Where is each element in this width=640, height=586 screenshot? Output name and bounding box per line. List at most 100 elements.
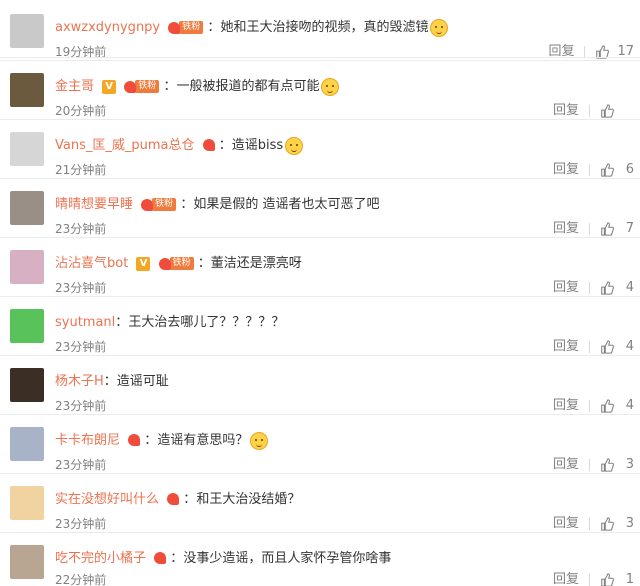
thumbs-up-icon[interactable] xyxy=(600,280,614,295)
comment-actions: 回复 1 xyxy=(553,572,634,586)
fan-badge xyxy=(167,493,180,506)
reply-button[interactable]: 回复 xyxy=(553,162,579,178)
thumbs-up-icon[interactable] xyxy=(600,162,614,177)
divider xyxy=(0,119,640,120)
comment-text: 造谣有意思吗？ xyxy=(157,433,249,448)
divider xyxy=(589,340,590,353)
comment-text: 没事少造谣，而且人家怀孕管你啥事 xyxy=(183,551,392,566)
thumbs-up-icon[interactable] xyxy=(600,398,614,413)
comment-actions: 回复 3 xyxy=(553,457,634,473)
heart-icon xyxy=(124,80,137,93)
comment-actions: 回复 4 xyxy=(553,280,634,296)
heart-icon xyxy=(128,434,141,446)
heart-icon xyxy=(167,493,180,505)
like-count: 1 xyxy=(625,572,634,586)
comment-list: axwzxdynygnpy 铁粉 ：她和王大治接吻的视频，真的毁滤镜 19分钟前… xyxy=(0,0,640,586)
username-link[interactable]: 金主哥 xyxy=(55,79,94,94)
divider xyxy=(589,458,590,471)
divider xyxy=(589,163,590,176)
avatar[interactable] xyxy=(10,545,44,579)
like-count: 3 xyxy=(625,457,634,472)
emoji-icon xyxy=(321,77,340,96)
username-link[interactable]: 杨木子H xyxy=(55,374,104,389)
comment-text: 如果是假的 造谣者也太可恶了吧 xyxy=(193,197,380,212)
divider xyxy=(589,573,590,586)
divider xyxy=(0,532,640,533)
verified-badge: V xyxy=(102,79,117,94)
comment-actions: 回复 xyxy=(553,103,634,119)
avatar[interactable] xyxy=(10,132,44,166)
username-link[interactable]: 沾沾喜气bot xyxy=(55,256,128,271)
reply-button[interactable]: 回复 xyxy=(553,398,579,414)
like-count: 4 xyxy=(625,280,634,295)
thumbs-up-icon[interactable] xyxy=(600,103,614,118)
fan-badge: 铁粉 xyxy=(124,80,160,93)
reply-button[interactable]: 回复 xyxy=(553,339,579,355)
avatar[interactable] xyxy=(10,250,44,284)
username-link[interactable]: 实在没想好叫什么 xyxy=(55,492,159,507)
thumbs-up-icon[interactable] xyxy=(600,572,614,586)
username-link[interactable]: 吃不完的小橘子 xyxy=(55,551,146,566)
reply-button[interactable]: 回复 xyxy=(553,280,579,296)
comment-actions: 回复 7 xyxy=(553,221,634,237)
username-link[interactable]: syutmanl xyxy=(55,315,115,330)
timestamp: 20分钟前 xyxy=(55,104,107,118)
comment-text: 董洁还是漂亮呀 xyxy=(210,256,302,271)
avatar[interactable] xyxy=(10,368,44,402)
divider xyxy=(589,104,590,117)
divider xyxy=(589,222,590,235)
comment-text: 造谣biss xyxy=(231,138,284,153)
like-count: 3 xyxy=(625,516,634,531)
timestamp: 23分钟前 xyxy=(55,340,107,354)
username-link[interactable]: 晴晴想要早睡 xyxy=(55,197,133,212)
reply-button[interactable]: 回复 xyxy=(553,103,579,119)
comment-line: 杨木子H：造谣可耻 xyxy=(55,374,169,389)
like-count: 4 xyxy=(625,398,634,413)
username-link[interactable]: Vans_匡_威_puma总仓 xyxy=(55,138,194,153)
like-count: 7 xyxy=(625,221,634,236)
fan-badge: 铁粉 xyxy=(158,257,194,270)
timestamp: 23分钟前 xyxy=(55,281,107,295)
divider xyxy=(589,281,590,294)
avatar[interactable] xyxy=(10,309,44,343)
avatar[interactable] xyxy=(10,73,44,107)
avatar[interactable] xyxy=(10,191,44,225)
comment-line: 晴晴想要早睡 铁粉 ：如果是假的 造谣者也太可恶了吧 xyxy=(55,197,380,212)
divider xyxy=(0,178,640,179)
comment-line: 卡卡布朗尼 ：造谣有意思吗？ xyxy=(55,431,269,451)
reply-button[interactable]: 回复 xyxy=(553,221,579,237)
comment-text: 和王大治没结婚？ xyxy=(196,492,301,507)
comment-line: 实在没想好叫什么 ：和王大治没结婚？ xyxy=(55,492,301,507)
timestamp: 21分钟前 xyxy=(55,163,107,177)
comment-actions: 回复 4 xyxy=(553,398,634,414)
comment-actions: 回复 6 xyxy=(553,162,634,178)
thumbs-up-icon[interactable] xyxy=(600,516,614,531)
comment-text: 王大治去哪儿了？？？？？ xyxy=(128,315,285,330)
divider xyxy=(589,399,590,412)
divider xyxy=(0,237,640,238)
timestamp: 23分钟前 xyxy=(55,399,107,413)
timestamp: 23分钟前 xyxy=(55,222,107,236)
comment-line: 吃不完的小橘子 ：没事少造谣，而且人家怀孕管你啥事 xyxy=(55,551,392,566)
avatar[interactable] xyxy=(10,486,44,520)
thumbs-up-icon[interactable] xyxy=(600,221,614,236)
fan-badge: 铁粉 xyxy=(141,198,177,211)
divider xyxy=(0,296,640,297)
thumbs-up-icon[interactable] xyxy=(600,339,614,354)
avatar[interactable] xyxy=(10,427,44,461)
thumbs-up-icon[interactable] xyxy=(600,457,614,472)
divider xyxy=(589,517,590,530)
reply-button[interactable]: 回复 xyxy=(553,457,579,473)
comment-actions: 回复 4 xyxy=(553,339,634,355)
comment-line: 沾沾喜气bot V 铁粉 ：董洁还是漂亮呀 xyxy=(55,256,302,271)
comment-line: Vans_匡_威_puma总仓 ：造谣biss xyxy=(55,136,304,156)
timestamp: 23分钟前 xyxy=(55,458,107,472)
reply-button[interactable]: 回复 xyxy=(553,572,579,586)
username-link[interactable]: 卡卡布朗尼 xyxy=(55,433,120,448)
emoji-icon xyxy=(285,136,304,155)
like-count: 6 xyxy=(625,162,634,177)
reply-button[interactable]: 回复 xyxy=(553,516,579,532)
heart-icon xyxy=(141,198,154,211)
comment-text: 一般被报道的都有点可能 xyxy=(176,79,320,94)
like-count: 4 xyxy=(625,339,634,354)
